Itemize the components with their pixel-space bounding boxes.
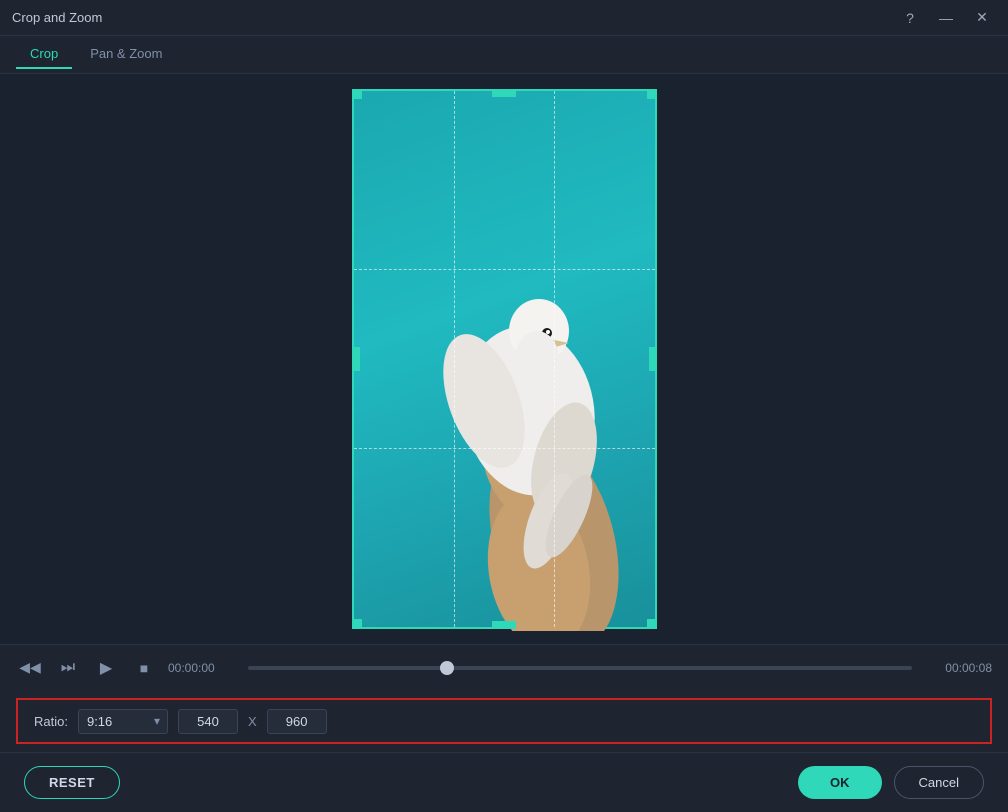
handle-top-right[interactable] (647, 89, 657, 99)
stop-icon: ■ (140, 660, 148, 676)
play-button[interactable]: ▶ (92, 654, 120, 682)
title-bar: Crop and Zoom ? — ✕ (0, 0, 1008, 36)
action-buttons: OK Cancel (798, 766, 984, 799)
reset-button[interactable]: RESET (24, 766, 120, 799)
crop-frame[interactable] (352, 89, 657, 629)
handle-bottom-left[interactable] (352, 619, 362, 629)
close-button[interactable]: ✕ (968, 7, 996, 29)
handle-top-left[interactable] (352, 89, 362, 99)
bottom-bar: RESET OK Cancel (0, 752, 1008, 812)
step-back-button[interactable]: ⏭ (54, 654, 82, 682)
window-title: Crop and Zoom (12, 10, 102, 25)
handle-mid-bottom[interactable] (492, 621, 516, 629)
skip-back-icon: ◀◀ (19, 659, 41, 676)
handle-mid-right[interactable] (649, 347, 657, 371)
skip-back-button[interactable]: ◀◀ (16, 654, 44, 682)
time-current: 00:00:00 (168, 661, 238, 675)
ok-button[interactable]: OK (798, 766, 882, 799)
height-input[interactable] (267, 709, 327, 734)
ratio-label: Ratio: (34, 714, 68, 729)
minimize-button[interactable]: — (932, 7, 960, 29)
handle-bottom-right[interactable] (647, 619, 657, 629)
transport-bar: ◀◀ ⏭ ▶ ■ 00:00:00 00:00:08 (0, 644, 1008, 690)
tab-crop[interactable]: Crop (16, 40, 72, 69)
x-separator: X (248, 714, 257, 729)
video-preview (0, 74, 1008, 644)
ratio-select-wrapper: 9:16 16:9 1:1 4:3 Custom (78, 709, 168, 734)
close-icon: ✕ (976, 9, 988, 26)
help-icon: ? (906, 10, 914, 26)
timeline-thumb[interactable] (440, 661, 454, 675)
window-controls: ? — ✕ (896, 7, 996, 29)
tab-pan-zoom[interactable]: Pan & Zoom (76, 40, 176, 69)
handle-mid-top[interactable] (492, 89, 516, 97)
play-icon: ▶ (100, 658, 112, 678)
help-button[interactable]: ? (896, 7, 924, 29)
ratio-select[interactable]: 9:16 16:9 1:1 4:3 Custom (78, 709, 168, 734)
ratio-bar: Ratio: 9:16 16:9 1:1 4:3 Custom X (16, 698, 992, 744)
time-end: 00:00:08 (922, 661, 992, 675)
width-input[interactable] (178, 709, 238, 734)
handle-mid-left[interactable] (352, 347, 360, 371)
bird-image (354, 91, 655, 627)
step-back-icon: ⏭ (61, 659, 75, 677)
minimize-icon: — (939, 10, 953, 26)
cancel-button[interactable]: Cancel (894, 766, 984, 799)
stop-button[interactable]: ■ (130, 654, 158, 682)
preview-area (0, 74, 1008, 644)
timeline-track[interactable] (248, 666, 912, 670)
tab-bar: Crop Pan & Zoom (0, 36, 1008, 74)
